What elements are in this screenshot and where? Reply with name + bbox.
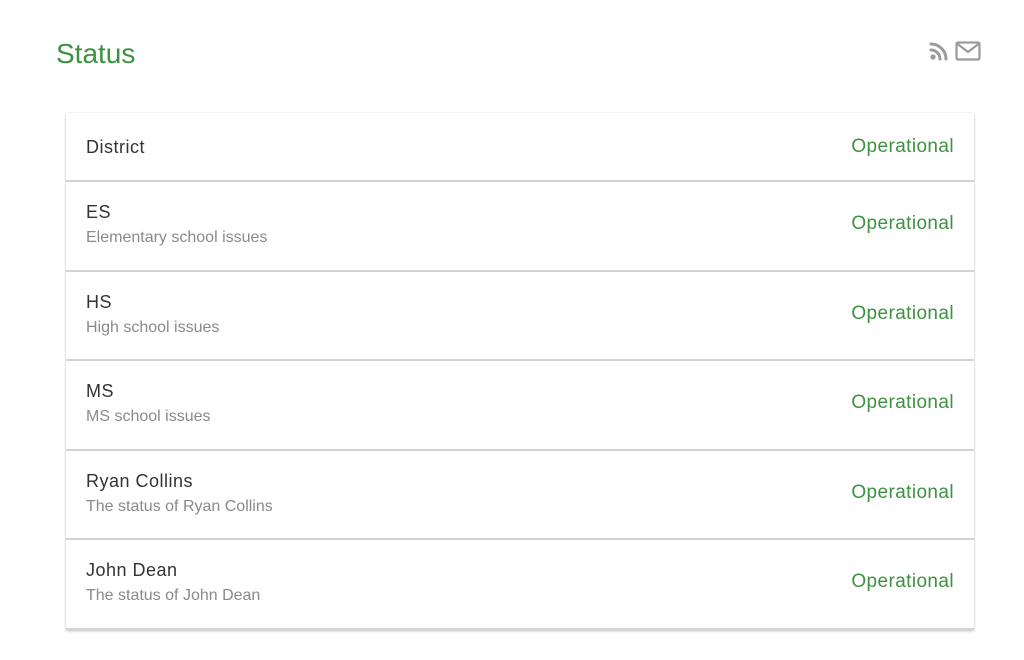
status-badge: Operational — [851, 302, 954, 324]
component-name: MS — [86, 381, 114, 401]
component-name: HS — [86, 291, 113, 312]
component-name: Ryan Collins — [86, 470, 194, 491]
component-description: Elementary school issues — [86, 229, 268, 246]
component-description: High school issues — [86, 318, 220, 336]
status-badge: Operational — [851, 392, 954, 413]
component-description: The status of Ryan Collins — [86, 497, 273, 515]
page-header: Status — [0, 0, 1024, 100]
status-badge: Operational — [851, 213, 954, 234]
list-item[interactable]: District Operational — [66, 113, 974, 182]
list-item[interactable]: MS MS school issues Operational — [66, 361, 974, 451]
component-list: District Operational ES Elementary schoo… — [66, 113, 974, 630]
component-name: John Dean — [86, 560, 178, 580]
component-description: MS school issues — [86, 408, 211, 425]
list-item[interactable]: John Dean The status of John Dean Operat… — [66, 540, 974, 630]
list-item[interactable]: HS High school issues Operational — [66, 271, 974, 361]
mail-icon[interactable] — [955, 41, 981, 61]
header-icons — [929, 40, 981, 62]
component-name: District — [86, 137, 145, 157]
status-badge: Operational — [851, 136, 954, 157]
status-badge: Operational — [851, 571, 954, 592]
page-title: Status — [56, 38, 136, 69]
component-name: ES — [86, 202, 112, 222]
status-badge: Operational — [851, 481, 954, 503]
component-description: The status of John Dean — [86, 587, 261, 604]
status-page: Status District Operational ES Elementar… — [0, 0, 1024, 660]
list-item[interactable]: Ryan Collins The status of Ryan Collins … — [66, 450, 974, 540]
rss-icon[interactable] — [929, 41, 949, 61]
list-item[interactable]: ES Elementary school issues Operational — [66, 182, 974, 272]
